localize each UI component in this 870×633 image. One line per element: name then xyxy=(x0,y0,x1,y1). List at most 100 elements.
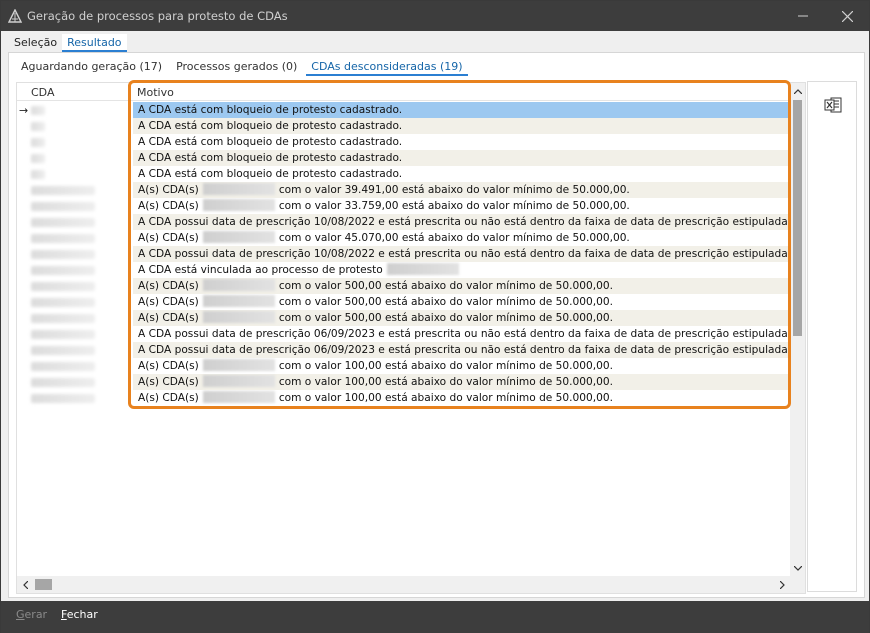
redacted-value xyxy=(202,199,275,211)
title-bar: Geração de processos para protesto de CD… xyxy=(1,1,869,31)
cda-cell-redacted xyxy=(31,282,95,291)
cda-cell-redacted xyxy=(31,250,95,259)
scroll-right-button[interactable] xyxy=(774,576,790,593)
cda-cell-redacted xyxy=(31,106,45,115)
cda-cell-redacted xyxy=(31,330,95,339)
tab-resultado[interactable]: Resultado xyxy=(62,34,127,52)
table-row[interactable]: A CDA está com bloqueio de protesto cada… xyxy=(17,166,790,182)
table-row[interactable]: A CDA possui data de prescrição 10/08/20… xyxy=(17,246,790,262)
redacted-value xyxy=(202,295,275,307)
gerar-accel: G xyxy=(16,608,25,621)
table-row[interactable]: A CDA está vinculada ao processo de prot… xyxy=(17,262,790,278)
motivo-text-suffix: com o valor 39.491,00 está abaixo do val… xyxy=(278,184,630,196)
chevron-right-icon xyxy=(779,580,785,589)
table-row[interactable]: A(s) CDA(s) com o valor 500,00 está abaix… xyxy=(17,294,790,310)
tab-processos-gerados[interactable]: Processos gerados (0) xyxy=(171,58,302,76)
horizontal-scrollbar[interactable] xyxy=(17,576,790,593)
motivo-cell: A CDA possui data de prescrição 06/09/20… xyxy=(133,326,790,342)
motivo-cell: A(s) CDA(s) com o valor 100,00 está abaix… xyxy=(133,374,790,390)
cda-cell-redacted xyxy=(31,346,95,355)
tab-cdas-desconsideradas[interactable]: CDAs desconsideradas (19) xyxy=(306,58,468,76)
side-toolbar xyxy=(807,81,857,592)
scroll-left-button[interactable] xyxy=(17,576,33,593)
table-row[interactable]: A CDA está com bloqueio de protesto cada… xyxy=(17,150,790,166)
redacted-value xyxy=(202,375,275,387)
scroll-up-button[interactable] xyxy=(790,83,805,99)
cda-cell-redacted xyxy=(31,170,45,179)
table-row[interactable]: A CDA possui data de prescrição 10/08/20… xyxy=(17,214,790,230)
scroll-down-button[interactable] xyxy=(790,560,805,576)
motivo-cell: A CDA está com bloqueio de protesto cada… xyxy=(133,150,790,166)
chevron-up-icon xyxy=(793,88,802,94)
table-row[interactable]: A(s) CDA(s) com o valor 39.491,00 está ab… xyxy=(17,182,790,198)
motivo-text-suffix: com o valor 500,00 está abaixo do valor … xyxy=(278,296,613,308)
result-tabs: Aguardando geração (17) Processos gerado… xyxy=(16,58,472,76)
motivo-text: A(s) CDA(s) xyxy=(138,312,199,324)
current-row-arrow-icon: → xyxy=(19,104,29,117)
cda-cell-redacted xyxy=(31,186,95,195)
minimize-button[interactable] xyxy=(785,1,821,31)
minimize-icon xyxy=(798,15,808,17)
fechar-label: echar xyxy=(66,608,98,621)
motivo-text-suffix: com o valor 500,00 está abaixo do valor … xyxy=(278,312,613,324)
cda-cell-redacted xyxy=(31,378,95,387)
tab-selecao[interactable]: Seleção xyxy=(9,34,62,52)
main-tabs: Seleção Resultado xyxy=(9,34,127,52)
cda-cell-redacted xyxy=(31,362,95,371)
motivo-text: A CDA possui data de prescrição 10/08/20… xyxy=(138,248,790,260)
result-panel: Aguardando geração (17) Processos gerado… xyxy=(8,52,865,598)
vertical-scrollbar[interactable] xyxy=(790,83,805,576)
vertical-scroll-thumb[interactable] xyxy=(793,100,802,336)
tab-aguardando-geracao[interactable]: Aguardando geração (17) xyxy=(16,58,167,76)
motivo-cell: A CDA possui data de prescrição 10/08/20… xyxy=(133,214,790,230)
motivo-text: A(s) CDA(s) xyxy=(138,360,199,372)
table-row[interactable]: A(s) CDA(s) com o valor 100,00 está abaix… xyxy=(17,358,790,374)
grid-header: CDA Motivo xyxy=(17,83,790,101)
excel-export-icon[interactable] xyxy=(824,96,842,114)
motivo-text-suffix: com o valor 100,00 está abaixo do valor … xyxy=(278,376,613,388)
cda-cell-redacted xyxy=(31,122,45,131)
table-row[interactable]: A(s) CDA(s) com o valor 45.070,00 está ab… xyxy=(17,230,790,246)
motivo-cell: A CDA está com bloqueio de protesto cada… xyxy=(133,118,790,134)
table-row[interactable]: A(s) CDA(s) com o valor 33.759,00 está ab… xyxy=(17,198,790,214)
motivo-cell: A(s) CDA(s) com o valor 500,00 está abaix… xyxy=(133,310,790,326)
app-logo-icon xyxy=(8,9,22,23)
table-row[interactable]: → A CDA está com bloqueio de protesto cad… xyxy=(17,102,790,118)
column-header-motivo[interactable]: Motivo xyxy=(137,86,174,99)
redacted-value xyxy=(202,391,275,403)
table-row[interactable]: A CDA está com bloqueio de protesto cada… xyxy=(17,118,790,134)
gerar-button[interactable]: Gerar xyxy=(16,608,47,621)
table-row[interactable]: A(s) CDA(s) com o valor 500,00 está abaix… xyxy=(17,278,790,294)
cda-cell-redacted xyxy=(31,234,95,243)
table-row[interactable]: A(s) CDA(s) com o valor 100,00 está abaix… xyxy=(17,390,790,406)
table-row[interactable]: A CDA possui data de prescrição 06/09/20… xyxy=(17,342,790,358)
motivo-text-suffix: com o valor 100,00 está abaixo do valor … xyxy=(278,392,613,404)
table-row[interactable]: A(s) CDA(s) com o valor 100,00 está abaix… xyxy=(17,374,790,390)
motivo-text: A CDA está com bloqueio de protesto cada… xyxy=(138,152,403,164)
cda-cell-redacted xyxy=(31,298,95,307)
fechar-button[interactable]: Fechar xyxy=(61,608,98,621)
window-title: Geração de processos para protesto de CD… xyxy=(27,9,288,23)
motivo-cell: A CDA está com bloqueio de protesto cada… xyxy=(133,102,790,118)
motivo-text: A CDA está com bloqueio de protesto cada… xyxy=(138,120,403,132)
column-header-cda[interactable]: CDA xyxy=(31,86,54,99)
horizontal-scroll-thumb[interactable] xyxy=(35,579,52,590)
motivo-text-suffix: com o valor 33.759,00 está abaixo do val… xyxy=(278,200,630,212)
motivo-cell: A CDA está com bloqueio de protesto cada… xyxy=(133,166,790,182)
footer-bar: Gerar Fechar xyxy=(1,601,869,633)
motivo-cell: A(s) CDA(s) com o valor 100,00 está abaix… xyxy=(133,358,790,374)
table-row[interactable]: A CDA está com bloqueio de protesto cada… xyxy=(17,134,790,150)
redacted-value xyxy=(202,183,275,195)
motivo-text: A CDA está com bloqueio de protesto cada… xyxy=(138,104,403,116)
redacted-value xyxy=(202,311,275,323)
table-row[interactable]: A(s) CDA(s) com o valor 500,00 está abaix… xyxy=(17,310,790,326)
table-row[interactable]: A CDA possui data de prescrição 06/09/20… xyxy=(17,326,790,342)
cda-cell-redacted xyxy=(31,138,45,147)
close-button[interactable] xyxy=(829,1,865,31)
motivo-cell: A(s) CDA(s) com o valor 500,00 está abaix… xyxy=(133,294,790,310)
cda-cell-redacted xyxy=(31,154,45,163)
motivo-text: A CDA está com bloqueio de protesto cada… xyxy=(138,168,403,180)
column-separator[interactable] xyxy=(130,85,131,99)
cda-cell-redacted xyxy=(31,202,95,211)
motivo-text-suffix: com o valor 500,00 está abaixo do valor … xyxy=(278,280,613,292)
